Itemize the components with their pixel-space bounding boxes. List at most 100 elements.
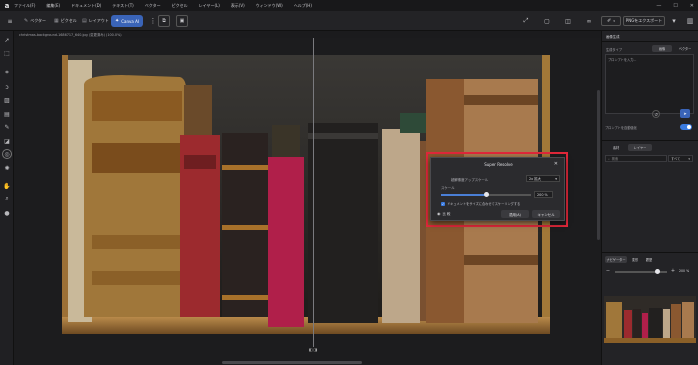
vertical-scrollbar[interactable] xyxy=(597,90,600,240)
layer-search-input[interactable]: ⌕ 検索 xyxy=(605,155,667,162)
upscale-mode-label: 超解像度アップスケール xyxy=(451,178,489,182)
zoom-value: 200 % xyxy=(679,269,690,273)
scale-value-input[interactable]: 200 % xyxy=(534,191,553,198)
compare-split-handle[interactable]: ◧ ◨ xyxy=(307,345,319,353)
maximize-icon[interactable]: ☐ xyxy=(673,3,677,9)
mode-layout-label: レイアウト xyxy=(88,18,109,23)
cancel-button[interactable]: キャンセル xyxy=(532,210,560,218)
grid-icon[interactable]: ▣ xyxy=(176,15,188,27)
export-options-icon[interactable]: ▾ xyxy=(668,15,680,27)
search-icon: ⌕ xyxy=(608,156,610,161)
zoom-out-icon[interactable]: − xyxy=(603,266,613,276)
chevron-down-icon: ▾ xyxy=(688,156,690,161)
main-toolbar: ≡ ✎ ベクター ▦ ピクセル ▤ レイアウト ✦ Canva AI ⋮ ⧉ ▣… xyxy=(0,11,698,31)
prompt-placeholder: プロンプトを入力... xyxy=(608,58,637,62)
menu-edit[interactable]: 編集(E) xyxy=(46,3,60,9)
close-icon[interactable]: ✕ xyxy=(554,161,558,167)
compare-toggle[interactable]: ◉ 比 較 xyxy=(437,211,450,216)
menu-window[interactable]: ウィンドウ(W) xyxy=(256,3,283,9)
menu-layer[interactable]: レイヤー(L) xyxy=(199,3,220,9)
panel-divider-3 xyxy=(601,252,698,253)
zoom-in-icon[interactable]: + xyxy=(668,266,678,276)
studio-toggle-icon[interactable]: ▥ xyxy=(684,15,696,27)
crop-tool-icon[interactable]: ⌗ xyxy=(2,68,12,78)
arrange-icon[interactable]: ⧉ xyxy=(158,15,170,27)
scale-document-checkbox[interactable]: ✓ ドキュメントをサイズに合わせてスケーリングする xyxy=(441,201,520,206)
scale-document-label: ドキュメントをサイズに合わせてスケーリングする xyxy=(447,202,521,206)
tab-history[interactable]: 履歴 xyxy=(642,256,656,263)
mode-vector-button[interactable]: ✎ ベクター xyxy=(20,15,50,27)
toolbar-tool-icon-1[interactable]: ⤢ xyxy=(520,15,532,27)
horizontal-scrollbar[interactable] xyxy=(222,361,362,364)
toolbar-tool-icon-3[interactable]: ◫ xyxy=(562,15,574,27)
prompt-textarea[interactable]: プロンプトを入力... xyxy=(605,54,694,114)
color-picker-icon[interactable]: ● xyxy=(2,208,12,218)
menu-document[interactable]: ドキュメント(D) xyxy=(71,3,101,9)
tab-image[interactable]: 画像 xyxy=(652,45,672,52)
brush-tool-icon[interactable]: ✎ xyxy=(2,122,12,132)
document-title: christmas-background-1686717_640.jpg (変更… xyxy=(19,33,122,37)
sharpen-tool-icon[interactable]: ✺ xyxy=(2,163,12,173)
tool-strip: ➚ ⬚ ⌗ ↄ ▨ ▤ ✎ ◪ ◎ ✺ ✋ ⌕ ● xyxy=(0,31,14,365)
mode-vector-label: ベクター xyxy=(30,18,47,23)
tab-transform[interactable]: 変形 xyxy=(628,256,642,263)
auto-enhance-toggle[interactable] xyxy=(680,124,692,130)
menu-pixel[interactable]: ピクセル xyxy=(172,3,188,9)
split-left-icon: ◧ xyxy=(308,346,313,352)
scale-slider-thumb[interactable] xyxy=(483,192,489,197)
minimize-icon[interactable]: — xyxy=(656,3,661,9)
close-window-icon[interactable]: ✕ xyxy=(690,3,694,9)
mode-canva-ai-button[interactable]: ✦ Canva AI xyxy=(111,15,143,27)
split-right-icon: ◨ xyxy=(313,346,318,352)
export-png-button[interactable]: PNGをエクスポート xyxy=(623,16,665,26)
scale-slider[interactable] xyxy=(441,192,531,197)
menu-view[interactable]: 表示(V) xyxy=(231,3,245,9)
selection-tool-icon[interactable]: ⬚ xyxy=(2,48,12,58)
generate-send-icon[interactable]: ➤ xyxy=(680,109,690,118)
mode-canva-ai-label: Canva AI xyxy=(121,18,139,24)
fill-tool-icon[interactable]: ▤ xyxy=(2,109,12,119)
checkbox-checked-icon: ✓ xyxy=(441,201,445,206)
apply-button[interactable]: 適用(A) xyxy=(501,210,529,218)
mode-pixel-button[interactable]: ▦ ピクセル xyxy=(50,15,81,27)
navigator-zoom-thumb[interactable] xyxy=(655,269,660,274)
cancel-label: キャンセル xyxy=(537,212,555,217)
scale-slider-fill xyxy=(441,194,486,196)
brush-dropdown[interactable]: ✐ ▾ xyxy=(601,16,621,26)
layout-icon: ▤ xyxy=(82,18,87,24)
menu-text[interactable]: テキスト(T) xyxy=(112,3,133,9)
tab-assets[interactable]: 素材 xyxy=(605,144,627,151)
lasso-tool-icon[interactable]: ↄ xyxy=(2,82,12,92)
menu-help[interactable]: ヘルプ(H) xyxy=(294,3,312,9)
search-placeholder: 検索 xyxy=(611,157,619,161)
document-tab[interactable]: christmas-background-1686717_640.jpg (変更… xyxy=(14,31,601,38)
navigator-thumbnail[interactable] xyxy=(604,296,696,343)
compare-split-line[interactable] xyxy=(313,38,314,347)
image-tool-icon[interactable]: ▨ xyxy=(2,95,12,105)
hand-tool-icon[interactable]: ✋ xyxy=(2,181,12,191)
upscale-mode-select[interactable]: 2x 拡大 ▾ xyxy=(526,175,560,182)
hamburger-menu-icon[interactable]: ≡ xyxy=(4,15,16,27)
chevron-down-icon: ▾ xyxy=(555,176,557,181)
eye-icon: ◉ xyxy=(437,211,441,216)
tab-layers[interactable]: レイヤー xyxy=(628,144,652,151)
navigator-zoom-slider[interactable] xyxy=(615,269,667,274)
layer-filter-select[interactable]: すべて ▾ xyxy=(668,155,693,162)
retouch-tool-icon[interactable]: ◎ xyxy=(2,149,12,159)
panel-divider xyxy=(602,41,698,42)
reset-prompt-icon[interactable]: ↺ xyxy=(652,110,660,118)
menu-vector[interactable]: ベクター xyxy=(145,3,161,9)
mode-pixel-label: ピクセル xyxy=(60,18,77,23)
zoom-tool-icon[interactable]: ⌕ xyxy=(2,194,12,204)
toolbar-tool-icon-2[interactable]: ▢ xyxy=(541,15,553,27)
tab-vector[interactable]: ベクター xyxy=(674,45,696,52)
menu-file[interactable]: ファイル(F) xyxy=(14,3,35,9)
export-png-label: PNGをエクスポート xyxy=(625,18,663,23)
eraser-tool-icon[interactable]: ◪ xyxy=(2,136,12,146)
move-tool-icon[interactable]: ➚ xyxy=(2,35,12,45)
dialog-title: Super Resolve xyxy=(484,162,513,167)
tab-navigator[interactable]: ナビゲーター xyxy=(605,256,627,263)
mode-layout-button[interactable]: ▤ レイアウト xyxy=(78,15,113,27)
link-icon[interactable]: ∞ xyxy=(583,15,595,27)
pixel-icon: ▦ xyxy=(54,18,59,24)
